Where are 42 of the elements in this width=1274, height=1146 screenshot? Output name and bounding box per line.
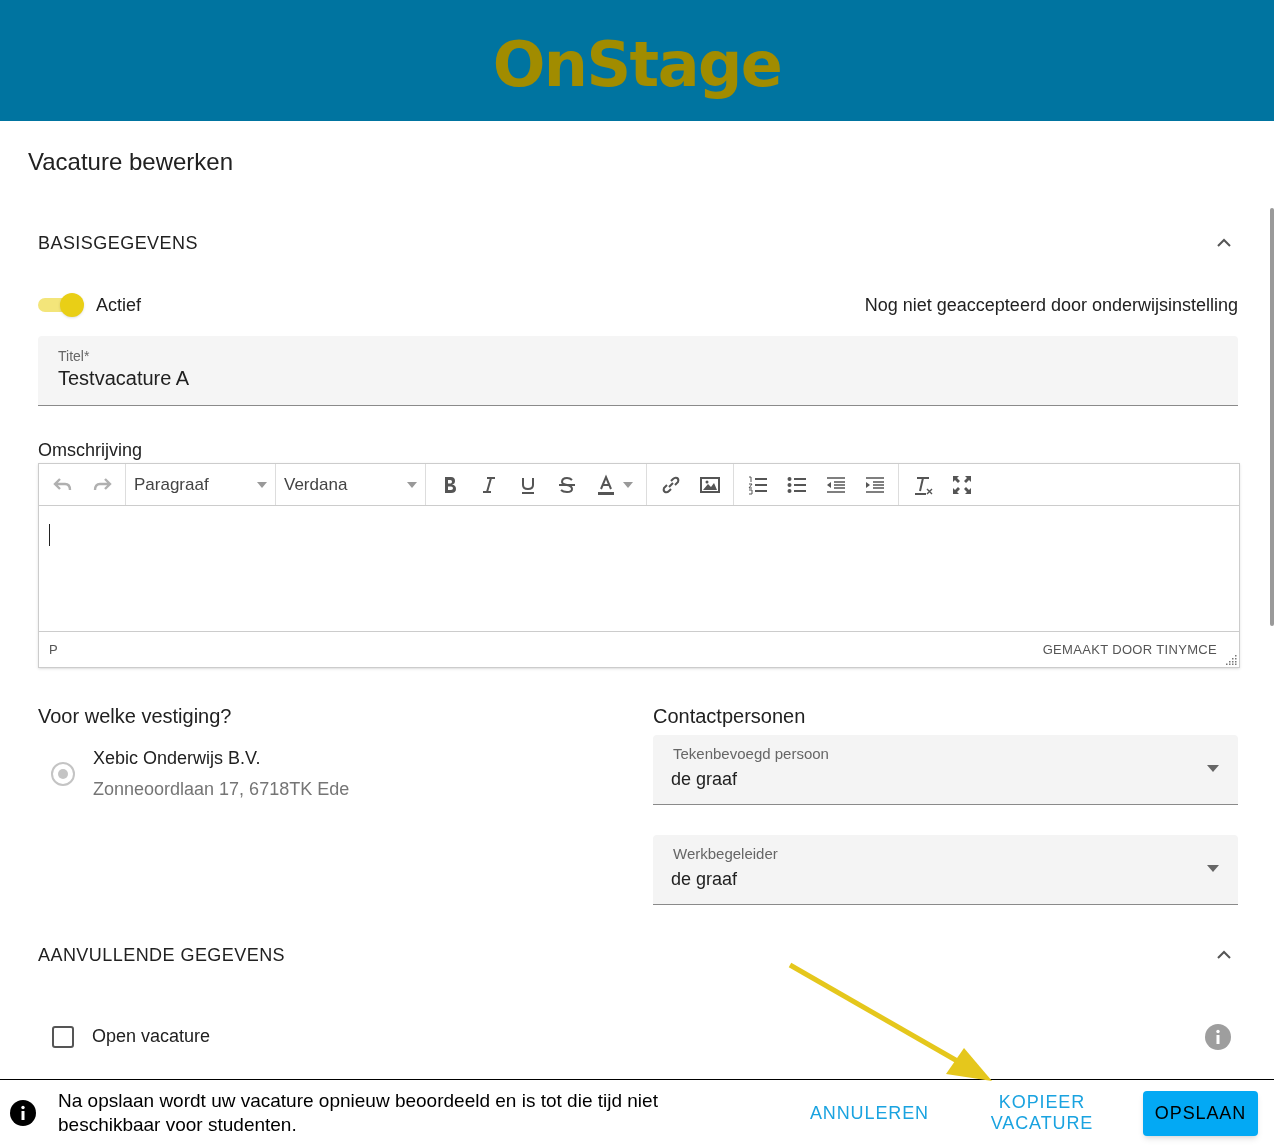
save-button[interactable]: OPSLAAN xyxy=(1143,1090,1258,1136)
checkbox-label: Open vacature xyxy=(92,1025,211,1048)
approval-status: Nog niet geaccepteerd door onderwijsinstelling xyxy=(864,293,1238,317)
footer-message: Na opslaan wordt uw vacature opnieuw beoordeeld en is tot die tijd niet beschikbaar voor studenten. xyxy=(58,1089,659,1137)
field-label: Titel* xyxy=(58,348,91,364)
caret-icon xyxy=(407,481,417,488)
section-heading: BASISGEGEVENS xyxy=(38,231,198,255)
branding-text: GEMAAKT DOOR TINYMCE xyxy=(1042,640,1217,659)
select-field[interactable]: Tekenbevoegd persoon de graaf xyxy=(653,735,1238,805)
scrollbar[interactable] xyxy=(1270,208,1274,626)
field-label: Omschrijving xyxy=(38,439,144,462)
field-value: de graaf xyxy=(671,868,738,891)
section-subheading: Voor welke vestiging? xyxy=(38,704,233,728)
page-title: Vacature bewerken xyxy=(28,148,234,176)
radio-button[interactable] xyxy=(51,761,75,786)
dropdown-arrow-icon xyxy=(1207,865,1219,872)
format-dropdown[interactable]: Paragraaf xyxy=(128,464,273,505)
select-field[interactable]: Werkbegeleider de graaf xyxy=(653,835,1238,905)
dropdown-arrow-icon xyxy=(1207,765,1219,772)
format-dropdown[interactable]: Verdana xyxy=(278,464,423,505)
field-value: de graaf xyxy=(671,768,738,791)
caret-icon xyxy=(257,481,267,488)
location-name: Xebic Onderwijs B.V. xyxy=(93,747,262,770)
title-field[interactable]: Titel* Testvacature A xyxy=(38,336,1238,406)
text-color-icon xyxy=(595,473,617,496)
field-value: Testvacature A xyxy=(58,366,191,391)
field-label: Tekenbevoegd persoon xyxy=(672,744,830,764)
caret-icon xyxy=(623,481,633,488)
section-subheading: Contactpersonen xyxy=(653,704,807,728)
section-heading: AANVULLENDE GEGEVENS xyxy=(38,943,286,967)
toggle-label: Actief xyxy=(96,293,142,317)
element-path: P xyxy=(49,640,58,659)
numbered-list-icon xyxy=(746,473,769,496)
location-address: Zonneoordlaan 17, 6718TK Ede xyxy=(93,778,350,801)
info-icon xyxy=(10,1100,36,1126)
field-label: Werkbegeleider xyxy=(672,844,779,864)
resize-handle-icon[interactable] xyxy=(1225,653,1237,665)
text-cursor xyxy=(49,524,50,546)
toggle-switch[interactable] xyxy=(38,293,84,317)
checkbox[interactable] xyxy=(52,1025,74,1048)
fullscreen-icon xyxy=(950,473,973,496)
info-icon[interactable] xyxy=(1205,1023,1231,1050)
